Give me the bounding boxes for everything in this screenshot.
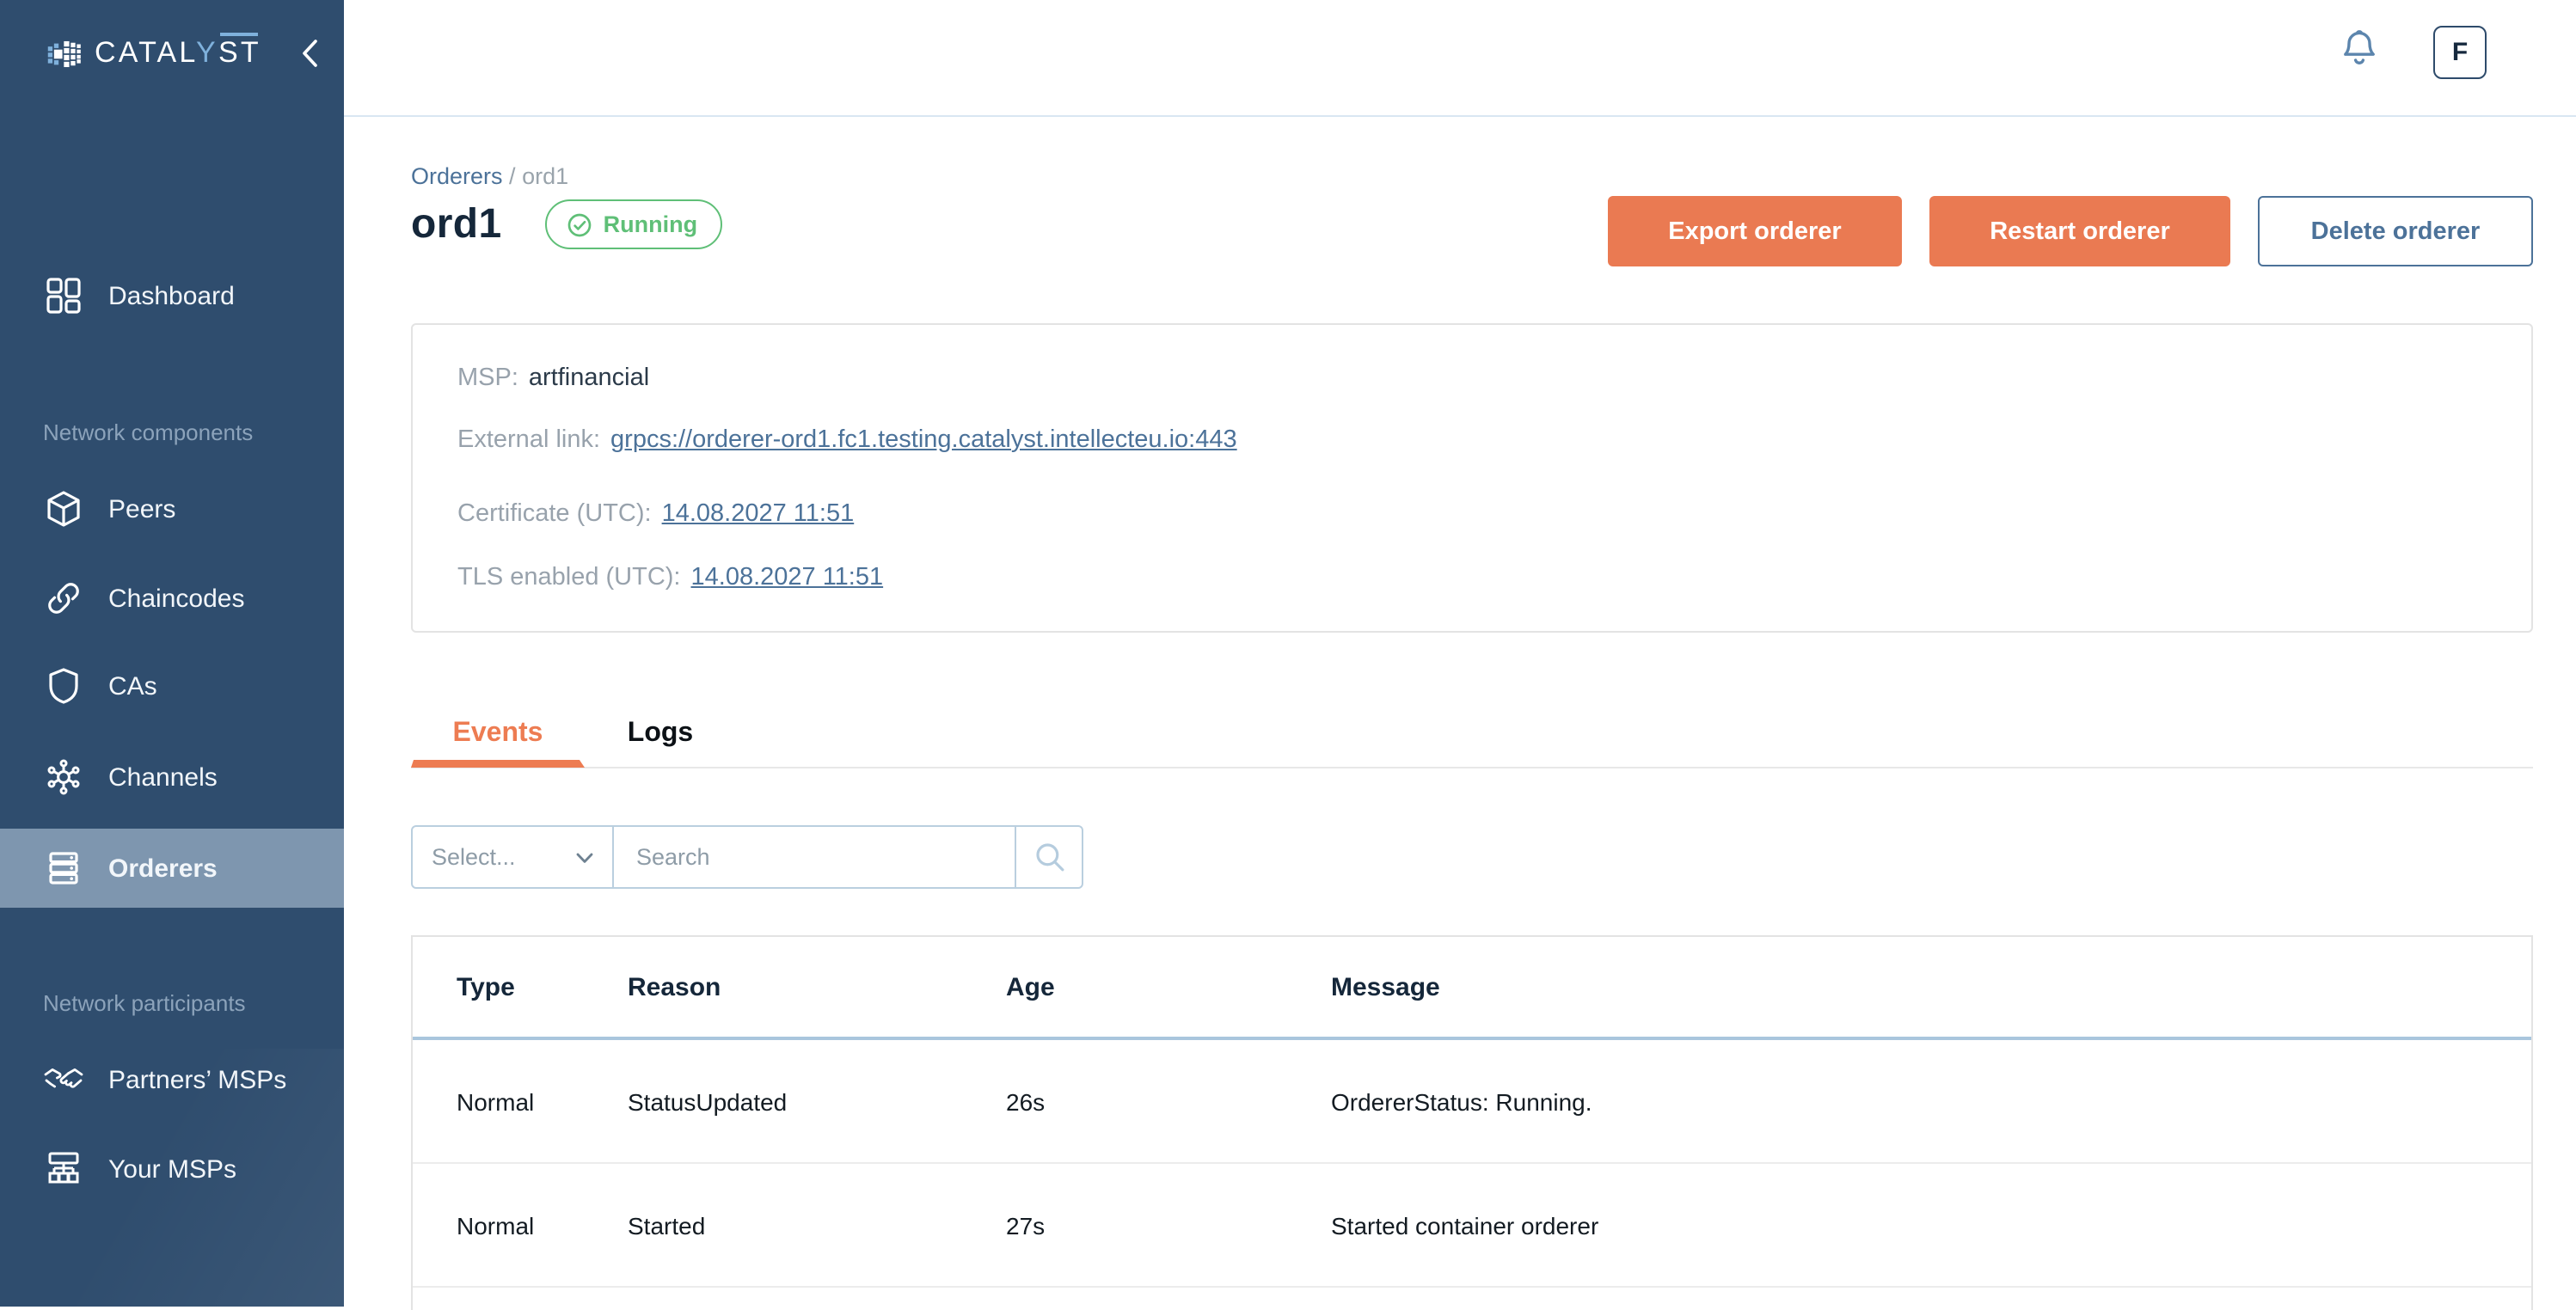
sidebar-item-label: Partners’ MSPs [108, 1065, 287, 1094]
external-link-label: External link: [457, 426, 601, 454]
cell-reason: StatusUpdated [628, 1087, 788, 1115]
table-row: Normal StatusUpdated 26s OrdererStatus: … [413, 1040, 2531, 1164]
external-link-line: External link: grpcs://orderer-ord1.fc1.… [457, 423, 2531, 457]
shield-icon [43, 665, 84, 707]
tls-label: TLS enabled (UTC): [457, 564, 681, 591]
sidebar-item-label: Channels [108, 762, 218, 792]
sidebar-item-chaincodes[interactable]: Chaincodes [0, 559, 344, 638]
sidebar-item-label: Chaincodes [108, 584, 245, 613]
msp-label: MSP: [457, 364, 518, 392]
sidebar-item-label: Orderers [108, 854, 218, 883]
breadcrumb: Orderers / ord1 [411, 163, 568, 189]
external-link-url[interactable]: grpcs://orderer-ord1.fc1.testing.catalys… [610, 426, 1237, 454]
msp-value: artfinancial [528, 364, 650, 392]
org-chart-icon [43, 1148, 84, 1190]
search-input[interactable] [614, 827, 1015, 887]
tls-line: TLS enabled (UTC): 14.08.2027 11:51 [457, 560, 2531, 595]
delete-orderer-button[interactable]: Delete orderer [2258, 196, 2533, 266]
msp-line: MSP: artfinancial [457, 361, 2531, 395]
search-icon [1035, 843, 1064, 872]
cell-type: Normal [457, 1087, 535, 1115]
tab-events[interactable]: Events [411, 701, 585, 766]
main-content: Orderers / ord1 ord1 Running Export orde… [344, 117, 2576, 1310]
table-row: Normal Started 27s Started container ord… [413, 1164, 2531, 1288]
sidebar-item-orderers[interactable]: Orderers [0, 829, 344, 908]
column-header-type: Type [457, 972, 515, 1001]
tls-date-link[interactable]: 14.08.2027 11:51 [691, 564, 884, 591]
cube-icon [43, 488, 84, 530]
search-box [614, 825, 1083, 889]
server-icon [43, 848, 84, 889]
table-header-row: Type Reason Age Message [413, 937, 2531, 1040]
sidebar-item-dashboard[interactable]: Dashboard [0, 256, 344, 335]
export-orderer-button[interactable]: Export orderer [1608, 196, 1902, 266]
title-row: ord1 Running [411, 199, 722, 249]
filter-bar: Select... [411, 825, 1083, 889]
status-badge-label: Running [603, 211, 698, 237]
filter-select-value: Select... [432, 844, 516, 870]
certificate-label: Certificate (UTC): [457, 500, 652, 528]
orderer-details-card: MSP: artfinancial External link: grpcs:/… [411, 323, 2533, 633]
events-table: Type Reason Age Message Normal StatusUpd… [411, 935, 2533, 1310]
sidebar-item-your-msps[interactable]: Your MSPs [0, 1129, 344, 1209]
sidebar-collapse-icon[interactable] [296, 36, 323, 70]
sidebar-item-label: CAs [108, 671, 157, 701]
page-title: ord1 [411, 200, 502, 247]
link-icon [43, 578, 84, 619]
certificate-line: Certificate (UTC): 14.08.2027 11:51 [457, 497, 2531, 531]
cell-age: 26s [1006, 1087, 1046, 1115]
search-button[interactable] [1015, 827, 1082, 887]
breadcrumb-orderers-link[interactable]: Orderers [411, 163, 503, 189]
sidebar-item-label: Peers [108, 494, 176, 523]
sidebar-item-label: Your MSPs [108, 1154, 236, 1184]
cell-message: Started container orderer [1331, 1211, 1599, 1239]
tab-logs[interactable]: Logs [585, 701, 736, 766]
avatar-initial: F [2451, 38, 2469, 67]
column-header-reason: Reason [628, 972, 721, 1001]
column-header-age: Age [1006, 972, 1055, 1001]
breadcrumb-current: ord1 [522, 163, 569, 189]
action-buttons: Export orderer Restart orderer Delete or… [1608, 196, 2533, 266]
handshake-icon [43, 1059, 84, 1100]
user-avatar[interactable]: F [2433, 26, 2487, 79]
hub-icon [43, 756, 84, 798]
sidebar-item-channels[interactable]: Channels [0, 738, 344, 817]
app-root: CATALYST Dashboard Network components Pe… [0, 0, 2576, 1310]
sidebar-item-peers[interactable]: Peers [0, 469, 344, 548]
catalyst-logo-text: CATALYST [95, 33, 261, 69]
cell-message: OrdererStatus: Running. [1331, 1087, 1592, 1115]
chevron-down-icon [573, 845, 597, 869]
check-circle-icon [567, 212, 591, 236]
column-header-message: Message [1331, 972, 1440, 1001]
breadcrumb-separator: / [502, 163, 523, 189]
tabs: Events Logs [411, 701, 2533, 768]
sidebar-section-network-participants: Network participants [43, 990, 246, 1016]
logo: CATALYST [0, 0, 344, 107]
sidebar-item-cas[interactable]: CAs [0, 646, 344, 725]
notifications-bell-icon[interactable] [2337, 26, 2382, 72]
filter-select[interactable]: Select... [411, 825, 614, 889]
restart-orderer-button[interactable]: Restart orderer [1929, 196, 2230, 266]
sidebar-section-network-components: Network components [43, 419, 254, 445]
status-badge: Running [544, 199, 722, 249]
catalyst-logo-icon [46, 34, 86, 73]
top-bar: F [344, 0, 2576, 117]
cell-reason: Started [628, 1211, 706, 1239]
sidebar: CATALYST Dashboard Network components Pe… [0, 0, 344, 1307]
cell-age: 27s [1006, 1211, 1046, 1239]
sidebar-item-label: Dashboard [108, 281, 235, 310]
dashboard-icon [43, 275, 84, 316]
sidebar-item-partners-msps[interactable]: Partners’ MSPs [0, 1040, 344, 1119]
certificate-date-link[interactable]: 14.08.2027 11:51 [662, 500, 855, 528]
cell-type: Normal [457, 1211, 535, 1239]
